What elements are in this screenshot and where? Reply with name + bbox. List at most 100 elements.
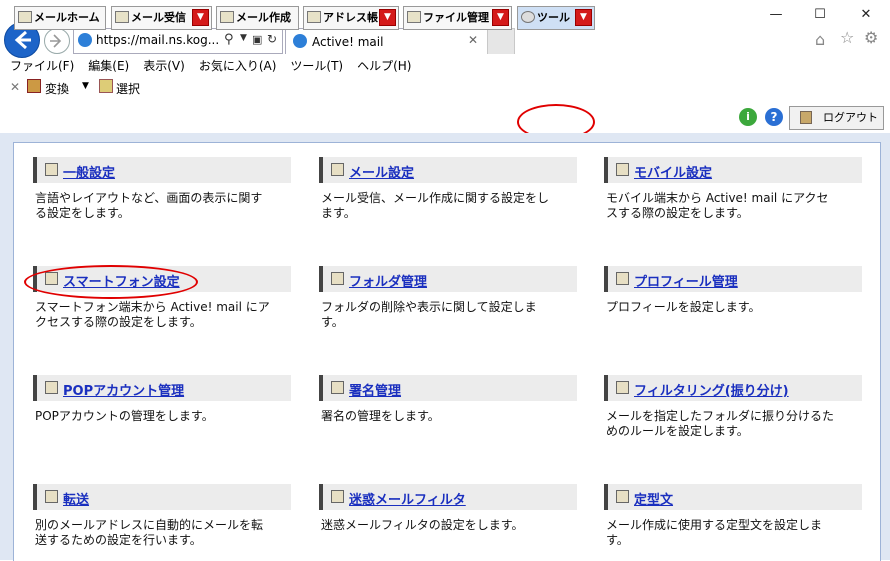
menu-help[interactable]: ヘルプ(H): [357, 57, 411, 74]
card-description: 署名の管理をします。: [321, 409, 440, 423]
tab-label: メール受信: [131, 11, 186, 24]
menu-edit[interactable]: 編集(E): [88, 57, 129, 74]
tab-tools[interactable]: ツール ▼: [517, 6, 595, 30]
tab-mail-home[interactable]: メールホーム: [14, 6, 106, 30]
dropdown-arrow-icon[interactable]: ▼: [575, 9, 592, 26]
card-header: 迷惑メールフィルタ: [319, 484, 577, 510]
forwarding-icon: [45, 490, 58, 503]
card-description: メール作成に使用する定型文を設定しま す。: [606, 518, 823, 547]
link-folder-management[interactable]: フォルダ管理: [349, 271, 427, 290]
mail-settings-icon: [331, 163, 344, 176]
inbox-icon: [115, 11, 129, 23]
card-header: プロフィール管理: [604, 266, 862, 292]
card-description: POPアカウントの管理をします。: [35, 409, 214, 423]
lock-icon: ▣: [252, 33, 263, 46]
compose-icon: [220, 11, 234, 23]
link-mail-settings[interactable]: メール設定: [349, 162, 414, 181]
menu-tools[interactable]: ツール(T): [290, 57, 343, 74]
menu-file[interactable]: ファイル(F): [10, 57, 74, 74]
mobile-settings-icon: [616, 163, 629, 176]
card-mobile-settings: モバイル設定モバイル端末から Active! mail にアクセ スする際の設定…: [604, 157, 862, 221]
card-description: メールを指定したフォルダに振り分けるた めのルールを設定します。: [606, 409, 835, 438]
card-header: 署名管理: [319, 375, 577, 401]
card-header: フィルタリング(振り分け): [604, 375, 862, 401]
ie-icon: [293, 34, 307, 48]
link-profile-management[interactable]: プロフィール管理: [634, 271, 738, 290]
minimize-button[interactable]: —: [756, 2, 796, 28]
command-bar: ✕ 変換 ▼ 選択: [0, 78, 890, 98]
maximize-button[interactable]: ☐: [800, 2, 840, 28]
close-tab-icon[interactable]: ✕: [468, 33, 478, 47]
card-header: モバイル設定: [604, 157, 862, 183]
card-pop-account-management: POPアカウント管理 POPアカウントの管理をします。: [33, 375, 291, 424]
select-button[interactable]: 選択: [116, 80, 140, 97]
spam-filter-icon: [331, 490, 344, 503]
close-window-button[interactable]: ✕: [846, 2, 886, 28]
link-mobile-settings[interactable]: モバイル設定: [634, 162, 712, 181]
search-icon[interactable]: ⚲: [224, 32, 234, 47]
profile-management-icon: [616, 272, 629, 285]
card-spam-filter: 迷惑メールフィルタ迷惑メールフィルタの設定をします。: [319, 484, 577, 533]
card-header: 定型文: [604, 484, 862, 510]
menu-favorites[interactable]: お気に入り(A): [199, 57, 277, 74]
browser-tab[interactable]: Active! mail ✕: [285, 28, 489, 54]
link-spam-filter[interactable]: 迷惑メールフィルタ: [349, 489, 466, 508]
help-icon[interactable]: ?: [765, 108, 783, 126]
chevron-down-icon[interactable]: ▼: [240, 33, 247, 43]
pop-account-management-icon: [45, 381, 58, 394]
tab-mail-compose[interactable]: メール作成: [216, 6, 299, 30]
signature-management-icon: [331, 381, 344, 394]
gear-icon[interactable]: ⚙: [864, 28, 878, 47]
refresh-icon[interactable]: ↻: [267, 32, 277, 46]
logout-button[interactable]: ログアウト: [789, 106, 884, 130]
home-icon[interactable]: ⌂: [815, 30, 825, 49]
link-forwarding[interactable]: 転送: [63, 489, 89, 508]
tab-label: アドレス帳: [323, 11, 378, 24]
info-icon[interactable]: i: [739, 108, 757, 126]
card-description: スマートフォン端末から Active! mail にア クセスする際の設定をしま…: [35, 300, 270, 329]
address-bar[interactable]: https://mail.ns.kog... ⚲ ▼ ▣ ↻: [73, 28, 283, 54]
tab-label: メールホーム: [34, 11, 100, 24]
card-description: フォルダの削除や表示に関して設定しま す。: [321, 300, 537, 329]
dropdown-arrow-icon[interactable]: ▼: [379, 9, 396, 26]
new-tab-button[interactable]: [487, 28, 515, 54]
tab-file-manager[interactable]: ファイル管理 ▼: [403, 6, 512, 30]
star-icon[interactable]: ☆: [840, 28, 854, 47]
tab-mail-receive[interactable]: メール受信 ▼: [111, 6, 212, 30]
card-description: 別のメールアドレスに自動的にメールを転 送するための設定を行います。: [35, 518, 264, 547]
card-description: モバイル端末から Active! mail にアクセ スする際の設定をします。: [606, 191, 829, 220]
link-filtering[interactable]: フィルタリング(振り分け): [634, 380, 789, 399]
convert-button[interactable]: 変換: [45, 80, 69, 97]
tab-label: メール作成: [236, 11, 291, 24]
address-url: https://mail.ns.kog...: [96, 33, 220, 47]
tab-title: Active! mail: [312, 35, 384, 49]
link-signature-management[interactable]: 署名管理: [349, 380, 401, 399]
link-general-settings[interactable]: 一般設定: [63, 162, 115, 181]
card-header: 一般設定: [33, 157, 291, 183]
forward-button[interactable]: [44, 28, 70, 54]
card-profile-management: プロフィール管理 プロフィールを設定します。: [604, 266, 862, 315]
link-template-text[interactable]: 定型文: [634, 489, 673, 508]
menu-bar: ファイル(F) 編集(E) 表示(V) お気に入り(A) ツール(T) ヘルプ(H): [0, 57, 890, 75]
card-signature-management: 署名管理署名の管理をします。: [319, 375, 577, 424]
highlight-circle: [24, 265, 198, 299]
tab-label: ツール: [537, 11, 570, 24]
card-folder-management: フォルダ管理フォルダの削除や表示に関して設定しま す。: [319, 266, 577, 330]
door-icon: [800, 111, 812, 124]
template-text-icon: [616, 490, 629, 503]
home-icon: [18, 11, 32, 23]
general-settings-icon: [45, 163, 58, 176]
link-pop-account-management[interactable]: POPアカウント管理: [63, 380, 184, 399]
dropdown-arrow-icon[interactable]: ▼: [192, 9, 209, 26]
logout-label: ログアウト: [823, 111, 878, 124]
card-description: 迷惑メールフィルタの設定をします。: [321, 518, 524, 532]
tab-address-book[interactable]: アドレス帳 ▼: [303, 6, 399, 30]
folder-management-icon: [331, 272, 344, 285]
card-description: メール受信、メール作成に関する設定をし ます。: [321, 191, 550, 220]
dropdown-arrow-icon[interactable]: ▼: [492, 9, 509, 26]
arrow-right-icon: [50, 34, 62, 48]
chevron-down-icon[interactable]: ▼: [82, 81, 89, 91]
close-icon[interactable]: ✕: [10, 80, 20, 94]
card-forwarding: 転送別のメールアドレスに自動的にメールを転 送するための設定を行います。: [33, 484, 291, 548]
menu-view[interactable]: 表示(V): [143, 57, 185, 74]
